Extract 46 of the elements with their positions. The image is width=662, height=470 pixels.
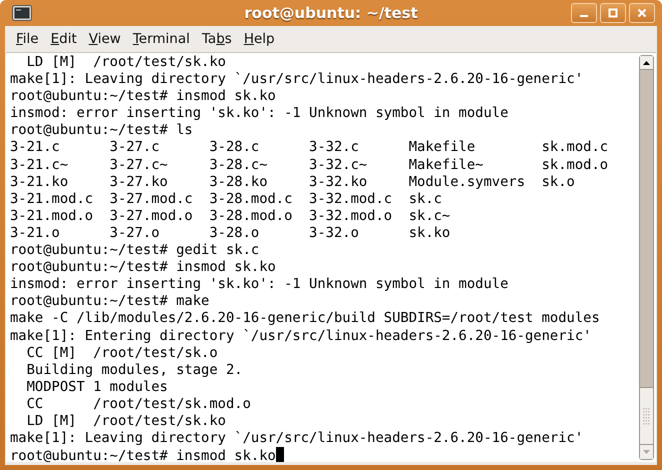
terminal-line: make[1]: Entering directory `/usr/src/linux-headers-2.6.20-16-generic' [10,328,592,345]
terminal-line: 3-21.c~ 3-27.c~ 3-28.c~ 3-32.c~ Makefile~ sk.mod.o [10,156,608,174]
menu-item[interactable]: Edit [46,28,82,50]
terminal-line: 3-21.c 3-27.c 3-28.c 3-32.c Makefile sk.mod.c [10,139,608,157]
up-arrow-icon [643,60,650,64]
window-title: root@ubuntu: ~/test [244,2,418,24]
menu-item[interactable]: View [84,28,126,50]
maximize-button[interactable] [600,3,626,23]
menu-item[interactable]: Terminal [128,28,195,50]
terminal-line: MODPOST 1 modules [26,378,168,396]
minimize-button[interactable] [571,3,597,23]
down-arrow-icon [643,450,650,454]
terminal-line: root@ubuntu:~/test# gedit sk.c [10,242,260,260]
scroll-down-button[interactable] [640,445,653,459]
terminal-icon[interactable] [12,5,32,21]
terminal-line: root@ubuntu:~/test# insmod sk.ko [10,259,276,276]
terminal-line: make[1]: Leaving directory `/usr/src/linux-headers-2.6.20-16-generic' [10,430,584,448]
terminal-line: root@ubuntu:~/test# make [10,293,210,310]
terminal-line: Building modules, stage 2. [26,362,243,379]
terminal-line: 3-21.ko 3-27.ko 3-28.ko 3-32.ko Module.symvers sk.o [10,174,575,191]
terminal-line: 3-21.mod.o 3-27.mod.o 3-28.mod.o 3-32.mod.o sk.c~ [10,208,450,225]
menu-item[interactable]: File [11,28,44,50]
scroll-thumb[interactable] [640,387,653,445]
terminal-line: 3-21.mod.c 3-27.mod.c 3-28.mod.c 3-32.mod.c sk.c [10,190,442,208]
terminal-line: root@ubuntu:~/test# insmod sk.ko [10,88,276,106]
terminal-line: 3-21.o 3-27.o 3-28.o 3-32.o sk.ko [10,224,450,242]
terminal-line: insmod: error inserting 'sk.ko': -1 Unknown symbol in module [10,105,508,122]
terminal-line: CC /root/test/sk.mod.o [26,396,251,413]
terminal-line: LD [M] /root/test/sk.ko [26,412,226,430]
terminal-line: root@ubuntu:~/test# ls [10,122,193,140]
terminal-line: insmod: error inserting 'sk.ko': -1 Unknown symbol in module [10,276,508,294]
terminal-line: LD [M] /root/test/sk.ko [26,54,226,72]
grip-icon [643,408,650,424]
terminal-line: root@ubuntu:~/test# insmod sk.ko [10,447,284,462]
scrollbar[interactable] [639,55,654,460]
terminal-line: make[1]: Leaving directory `/usr/src/linux-headers-2.6.20-16-generic' [10,71,584,88]
terminal-line: CC [M] /root/test/sk.o [26,344,218,362]
minimize-icon [580,15,588,17]
terminal-line: make -C /lib/modules/2.6.20-16-generic/build SUBDIRS=/root/test modules [10,310,600,328]
close-icon [637,8,647,18]
maximize-icon [608,8,618,18]
menu-item[interactable]: Help [238,28,280,50]
scroll-up-button[interactable] [640,56,653,70]
close-button[interactable] [629,3,655,23]
menu-item[interactable]: Tabs [196,28,237,50]
text-cursor [276,447,284,462]
